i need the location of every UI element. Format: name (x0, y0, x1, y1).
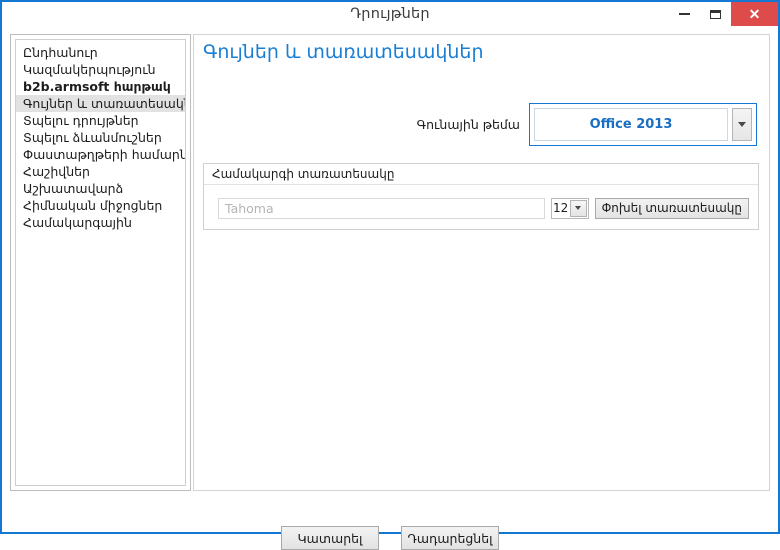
close-button[interactable]: ✕ (731, 2, 778, 26)
maximize-button[interactable] (700, 2, 731, 26)
sidebar-item[interactable]: Ընդհանուր (16, 44, 185, 61)
minimize-button[interactable] (669, 2, 700, 26)
maximize-icon (710, 9, 721, 19)
sidebar-list[interactable]: Ընդհանուր Կազմակերպություն b2b.armsoft հար… (15, 39, 186, 486)
sidebar-item[interactable]: Փաստաթղթերի համարներ (16, 146, 185, 163)
sidebar-item[interactable]: Համակարգային (16, 214, 185, 231)
font-size-combobox[interactable]: 12 (550, 197, 589, 219)
sidebar-item[interactable]: Տպելու ձևանմուշներ (16, 129, 185, 146)
title-bar: Դրույթներ ✕ (2, 2, 778, 26)
system-font-groupbox-body: Tahoma 12 Փոխել տառատեսակը (204, 185, 758, 231)
sidebar-item[interactable]: Տպելու դրույթներ (16, 112, 185, 129)
sidebar-item[interactable]: Հաշիվներ (16, 163, 185, 180)
font-name-field[interactable]: Tahoma (218, 197, 545, 219)
color-theme-value[interactable]: Office 2013 (534, 108, 728, 141)
system-font-groupbox-title: Համակարգի տառատեսակը (204, 164, 758, 185)
settings-window: Դրույթներ ✕ Ընդհանուր Կազմակերպություն b2b… (0, 0, 780, 550)
system-font-groupbox: Համակարգի տառատեսակը Tahoma 12 Փոխել տառ… (203, 163, 759, 230)
sidebar-panel: Ընդհանուր Կազմակերպություն b2b.armsoft հար… (10, 34, 191, 491)
minimize-icon (679, 13, 690, 15)
sidebar-item[interactable]: b2b.armsoft հարթակ (16, 78, 185, 95)
chevron-down-icon (575, 206, 582, 210)
color-theme-row: Գունային թեմա Office 2013 (417, 103, 757, 146)
cancel-button[interactable]: Դադարեցնել (401, 526, 499, 550)
dialog-footer: Կատարել Դադարեցնել (2, 499, 778, 550)
main-panel: Գույներ և տառատեսակներ Գունային թեմա Off… (193, 34, 770, 491)
sidebar-item[interactable]: Աշխատավարձ (16, 180, 185, 197)
client-area: Ընդհանուր Կազմակերպություն b2b.armsoft հար… (2, 26, 778, 550)
font-size-value: 12 (552, 201, 569, 215)
page-title: Գույներ և տառատեսակներ (203, 41, 484, 63)
sidebar-item[interactable]: Գույներ և տառատեսակներ (16, 95, 185, 112)
color-theme-combobox[interactable]: Office 2013 (529, 103, 757, 146)
apply-button[interactable]: Կատարել (281, 526, 379, 550)
change-font-button[interactable]: Փոխել տառատեսակը (594, 197, 749, 219)
sidebar-item[interactable]: Կազմակերպություն (16, 61, 185, 78)
window-controls: ✕ (669, 2, 778, 26)
color-theme-label: Գունային թեմա (416, 117, 520, 132)
font-size-dropdown-button[interactable] (569, 199, 587, 217)
chevron-down-icon (738, 122, 746, 127)
sidebar-item[interactable]: Հիմնական միջոցներ (16, 197, 185, 214)
color-theme-dropdown-button[interactable] (732, 108, 752, 141)
close-icon: ✕ (748, 6, 761, 22)
window-title: Դրույթներ (350, 6, 430, 22)
